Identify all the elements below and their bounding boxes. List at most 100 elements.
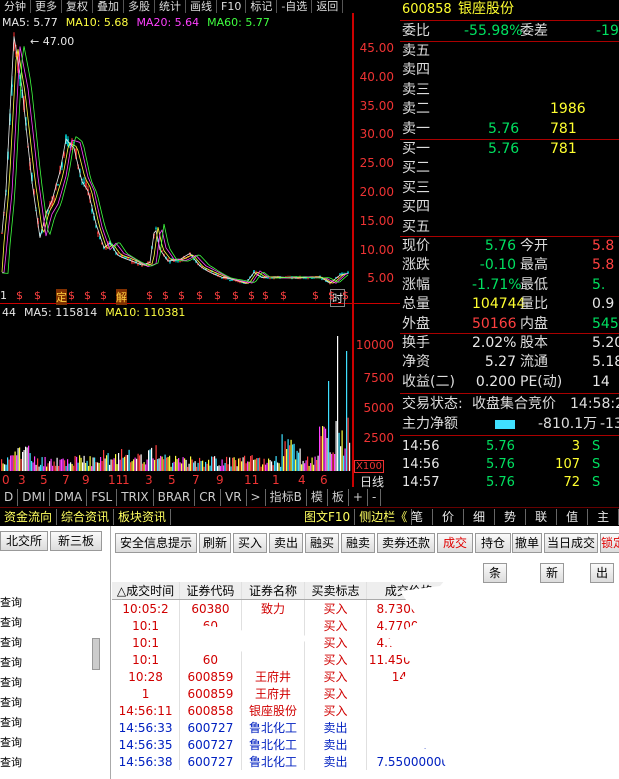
query-item[interactable]: 查询: [0, 734, 22, 750]
toolbar-item[interactable]: 复权: [62, 0, 93, 13]
indicator-tab[interactable]: >: [247, 489, 266, 506]
query-item[interactable]: 查询: [0, 754, 22, 770]
trade-action-button[interactable]: 融买: [305, 533, 339, 553]
scrollbar[interactable]: [92, 638, 100, 670]
daily-tab[interactable]: 日线: [360, 473, 384, 490]
indicator-tab[interactable]: D: [0, 489, 19, 506]
quote-tab[interactable]: 联: [526, 509, 558, 525]
event-marker[interactable]: $: [328, 289, 335, 302]
volume-bar: [314, 456, 316, 471]
quote-tab[interactable]: 势: [495, 509, 527, 525]
indicator-tab[interactable]: 指标B: [266, 489, 307, 506]
event-marker[interactable]: 定: [56, 289, 67, 305]
trade-action-button[interactable]: 融卖: [341, 533, 375, 553]
info-tab[interactable]: 资金流向: [0, 509, 58, 525]
event-marker[interactable]: $: [162, 289, 169, 302]
volume-bar: [164, 454, 166, 471]
toolbar-item[interactable]: F10: [217, 0, 247, 13]
trade-cell: 鲁北化工: [241, 719, 306, 736]
event-marker[interactable]: $: [196, 289, 203, 302]
quote-tab[interactable]: 价: [433, 509, 465, 525]
toolbar-item[interactable]: 标记: [246, 0, 278, 13]
event-marker[interactable]: $: [312, 289, 319, 302]
indicator-tab[interactable]: TRIX: [117, 489, 154, 506]
event-marker[interactable]: $: [214, 289, 221, 302]
quote-value: 0.200: [475, 373, 516, 390]
column-header[interactable]: △成交时间: [112, 582, 181, 600]
grid-button[interactable]: 出: [590, 563, 614, 583]
toolbar-item[interactable]: 叠加: [93, 0, 124, 13]
event-marker[interactable]: $: [248, 289, 255, 302]
event-marker[interactable]: $: [16, 289, 23, 302]
event-marker[interactable]: $: [232, 289, 239, 302]
toolbar-item[interactable]: 统计: [155, 0, 186, 13]
quote-tab[interactable]: 主: [588, 509, 619, 525]
trade-action-button[interactable]: 持仓: [475, 533, 511, 553]
query-item[interactable]: 查询: [0, 654, 22, 670]
indicator-tab[interactable]: VR: [221, 489, 247, 506]
indicator-tab[interactable]: DMI: [18, 489, 51, 506]
grid-button[interactable]: 条: [483, 563, 507, 583]
toolbar-item[interactable]: 多股: [124, 0, 155, 13]
volume-bar: [187, 466, 189, 471]
indicator-tab[interactable]: 板: [328, 489, 349, 506]
query-item[interactable]: 查询: [0, 594, 22, 610]
trade-action-button[interactable]: 卖券还款: [377, 533, 435, 553]
toolbar-item[interactable]: 画线: [186, 0, 217, 13]
tab-neeq[interactable]: 新三板: [50, 531, 102, 551]
trade-action-button[interactable]: 成交: [437, 533, 473, 553]
trade-action-button[interactable]: 卖出: [269, 533, 303, 553]
volume-bar: [17, 448, 19, 471]
indicator-tab[interactable]: BRAR: [154, 489, 196, 506]
quote-tab[interactable]: 笔: [402, 509, 434, 525]
trade-action-button[interactable]: 刷新: [199, 533, 231, 553]
volume-bar: [77, 462, 79, 471]
trade-action-button[interactable]: 买入: [233, 533, 267, 553]
quote-row: 总量 104744 量比 0.9: [400, 295, 619, 314]
query-item[interactable]: 查询: [0, 634, 22, 650]
trade-action-button[interactable]: 安全信息提示: [115, 533, 197, 553]
event-marker[interactable]: $: [262, 289, 269, 302]
event-marker[interactable]: $: [342, 289, 349, 302]
toolbar-item[interactable]: 返回: [312, 0, 344, 13]
indicator-tab[interactable]: -: [368, 489, 382, 506]
toolbar-item[interactable]: 更多: [31, 0, 62, 13]
column-header[interactable]: 买卖标志: [304, 582, 367, 600]
level-price: 5.76: [488, 141, 520, 157]
trade-action-button[interactable]: 当日成交: [544, 533, 598, 553]
column-header[interactable]: 证券代码: [179, 582, 242, 600]
query-item[interactable]: 查询: [0, 714, 22, 730]
indicator-tab[interactable]: 模: [307, 489, 328, 506]
toolbar-item[interactable]: 分钟: [0, 0, 31, 13]
tab-bse[interactable]: 北交所: [0, 531, 48, 551]
toolbar-item[interactable]: -自选: [277, 0, 313, 13]
indicator-tab[interactable]: DMA: [50, 489, 88, 506]
indicator-tab[interactable]: FSL: [87, 489, 118, 506]
quote-tab[interactable]: 细: [464, 509, 496, 525]
query-item[interactable]: 查询: [0, 674, 22, 690]
info-tab[interactable]: 图文F10: [300, 509, 356, 525]
indicator-tab[interactable]: +: [349, 489, 368, 506]
volume-bar: [85, 462, 87, 471]
quote-tab[interactable]: 值: [557, 509, 589, 525]
event-marker[interactable]: $: [178, 289, 185, 302]
event-marker[interactable]: $: [146, 289, 153, 302]
info-tab[interactable]: 板块资讯: [114, 509, 172, 525]
kline-chart-area[interactable]: MA5: 5.77 MA10: 5.68 MA20: 5.64 MA60: 5.77 …: [0, 13, 400, 490]
indicator-tab[interactable]: CR: [195, 489, 221, 506]
event-marker[interactable]: $: [34, 289, 41, 302]
info-tab[interactable]: 综合资讯: [57, 509, 115, 525]
volume-bar: [62, 458, 64, 471]
event-marker[interactable]: $: [68, 289, 75, 302]
chart-toolbar: 分钟 更多 复权 叠加 多股 统计 画线 F10 标记 -自选 返回: [0, 0, 400, 13]
column-header[interactable]: 证券名称: [241, 582, 306, 600]
event-marker[interactable]: $: [100, 289, 107, 302]
event-marker[interactable]: 解: [116, 289, 127, 305]
trade-action-button[interactable]: 锁定: [600, 533, 619, 553]
query-item[interactable]: 查询: [0, 614, 22, 630]
event-marker[interactable]: $: [84, 289, 91, 302]
event-marker[interactable]: $: [280, 289, 287, 302]
trade-action-button[interactable]: 撤单: [512, 533, 542, 553]
grid-button[interactable]: 新: [540, 563, 564, 583]
query-item[interactable]: 查询: [0, 694, 22, 710]
